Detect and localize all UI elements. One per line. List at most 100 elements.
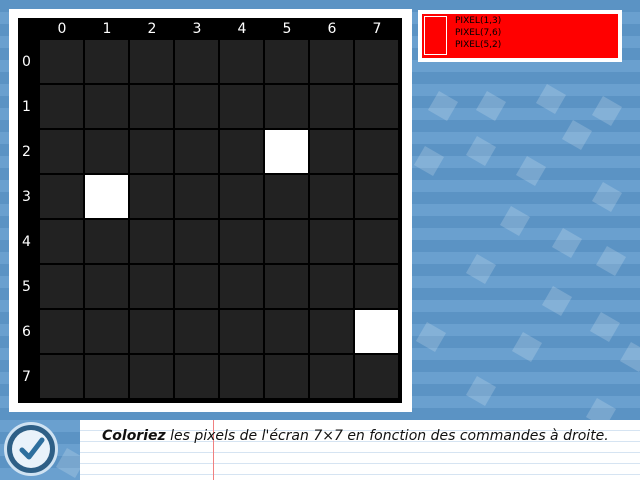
pixel-cell[interactable] — [175, 310, 219, 354]
pixel-cell[interactable] — [220, 175, 264, 219]
pixel-cell[interactable] — [355, 355, 399, 399]
command-marker — [424, 16, 447, 55]
pixel-cell[interactable] — [85, 40, 129, 84]
pixel-cell[interactable] — [40, 220, 84, 264]
check-icon — [19, 437, 45, 460]
background-decoration — [551, 227, 583, 259]
pixel-cell[interactable] — [85, 130, 129, 174]
background-decoration — [535, 83, 567, 115]
pixel-cell[interactable] — [310, 130, 354, 174]
pixel-cell[interactable] — [175, 220, 219, 264]
pixel-cell[interactable] — [220, 355, 264, 399]
pixel-cell[interactable] — [220, 130, 264, 174]
pixel-cell[interactable] — [265, 40, 309, 84]
row-label: 4 — [22, 234, 31, 250]
pixel-cell[interactable] — [355, 220, 399, 264]
pixel-cell[interactable] — [175, 40, 219, 84]
validate-button[interactable] — [4, 422, 58, 476]
pixel-cell[interactable] — [40, 40, 84, 84]
pixel-cell-on[interactable] — [265, 130, 309, 174]
pixel-cell[interactable] — [355, 40, 399, 84]
pixel-cell[interactable] — [310, 85, 354, 129]
pixel-cell[interactable] — [40, 355, 84, 399]
background-decoration — [465, 253, 497, 285]
pixel-cell[interactable] — [130, 40, 174, 84]
pixel-screen: 0 1 2 3 4 5 6 7 0 1 2 3 4 5 6 7 — [18, 18, 402, 403]
pixel-cell[interactable] — [130, 130, 174, 174]
pixel-cell[interactable] — [40, 310, 84, 354]
pixel-cell[interactable] — [85, 220, 129, 264]
row-label: 0 — [22, 54, 31, 70]
pixel-cell[interactable] — [355, 85, 399, 129]
background-decoration — [465, 375, 497, 407]
pixel-cell[interactable] — [355, 175, 399, 219]
pixel-cell[interactable] — [175, 265, 219, 309]
pixel-cell[interactable] — [310, 265, 354, 309]
pixel-cell[interactable] — [310, 355, 354, 399]
pixel-cell[interactable] — [40, 130, 84, 174]
pixel-cell[interactable] — [220, 220, 264, 264]
pixel-cell[interactable] — [175, 130, 219, 174]
row-label: 1 — [22, 99, 31, 115]
command-panel: PIXEL(1,3) PIXEL(7,6) PIXEL(5,2) — [422, 14, 618, 58]
pixel-cell[interactable] — [40, 175, 84, 219]
instruction-verb: Coloriez — [102, 428, 166, 444]
row-label: 2 — [22, 144, 31, 160]
pixel-cell[interactable] — [175, 355, 219, 399]
pixel-cell[interactable] — [265, 220, 309, 264]
column-label: 0 — [57, 21, 67, 37]
pixel-cell[interactable] — [85, 265, 129, 309]
pixel-cell[interactable] — [130, 175, 174, 219]
column-label: 1 — [102, 21, 112, 37]
command-line: PIXEL(7,6) — [455, 28, 502, 38]
background-decoration — [427, 90, 459, 122]
pixel-cell[interactable] — [310, 40, 354, 84]
background-decoration — [475, 90, 507, 122]
row-label: 6 — [22, 324, 31, 340]
pixel-cell[interactable] — [310, 175, 354, 219]
command-line: PIXEL(1,3) — [455, 16, 502, 26]
pixel-cell[interactable] — [220, 40, 264, 84]
background-decoration — [511, 331, 543, 363]
pixel-cell[interactable] — [175, 85, 219, 129]
background-decoration — [619, 341, 640, 373]
pixel-cell[interactable] — [265, 355, 309, 399]
pixel-cell[interactable] — [310, 220, 354, 264]
pixel-cell-on[interactable] — [85, 175, 129, 219]
command-line: PIXEL(5,2) — [455, 40, 502, 50]
pixel-cell[interactable] — [40, 85, 84, 129]
instruction-rest: les pixels de l'écran 7×7 en fonction de… — [165, 428, 609, 444]
pixel-cell[interactable] — [220, 85, 264, 129]
pixel-cell[interactable] — [85, 355, 129, 399]
pixel-cell[interactable] — [355, 130, 399, 174]
pixel-cell[interactable] — [85, 310, 129, 354]
instruction-note: Coloriez les pixels de l'écran 7×7 en fo… — [80, 420, 640, 480]
background-decoration — [413, 145, 445, 177]
background-decoration — [541, 285, 573, 317]
pixel-cell-on[interactable] — [355, 310, 399, 354]
pixel-cell[interactable] — [220, 265, 264, 309]
command-panel-frame: PIXEL(1,3) PIXEL(7,6) PIXEL(5,2) — [418, 10, 622, 62]
pixel-cell[interactable] — [85, 85, 129, 129]
pixel-cell[interactable] — [265, 85, 309, 129]
column-label: 4 — [237, 21, 247, 37]
column-label: 3 — [192, 21, 202, 37]
background-decoration — [499, 205, 531, 237]
pixel-cell[interactable] — [265, 310, 309, 354]
row-label: 7 — [22, 369, 31, 385]
pixel-cell[interactable] — [265, 265, 309, 309]
pixel-cell[interactable] — [130, 220, 174, 264]
column-label: 7 — [372, 21, 382, 37]
pixel-cell[interactable] — [310, 310, 354, 354]
pixel-cell[interactable] — [220, 310, 264, 354]
validate-button-face — [12, 430, 50, 468]
pixel-cell[interactable] — [175, 175, 219, 219]
pixel-cell[interactable] — [355, 265, 399, 309]
pixel-cell[interactable] — [130, 265, 174, 309]
pixel-cell[interactable] — [130, 310, 174, 354]
pixel-cell[interactable] — [130, 85, 174, 129]
pixel-cell[interactable] — [265, 175, 309, 219]
pixel-cell[interactable] — [130, 355, 174, 399]
background-decoration — [561, 119, 593, 151]
pixel-cell[interactable] — [40, 265, 84, 309]
